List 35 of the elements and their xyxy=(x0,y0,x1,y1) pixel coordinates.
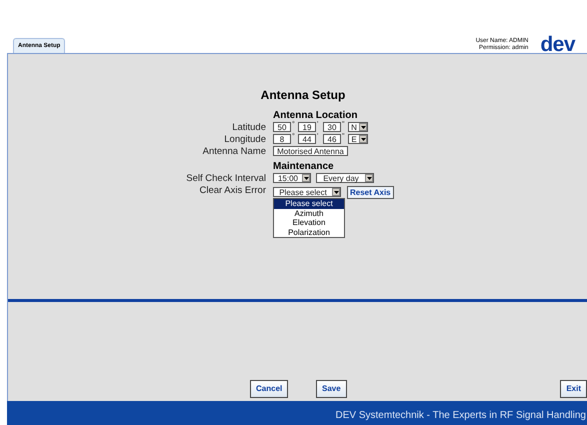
field-label: Longitude xyxy=(224,134,266,144)
reset-axis-button[interactable]: Reset Axis xyxy=(347,186,394,198)
action-button[interactable]: Exit xyxy=(560,380,587,398)
dropdown-arrow-icon xyxy=(332,188,340,196)
footer-bar: DEV Systemtechnik - The Experts in RF Signal Handling xyxy=(7,401,587,425)
hemisphere-select[interactable]: N xyxy=(348,122,368,132)
input-field[interactable]: 44 xyxy=(298,134,316,144)
hemisphere-select[interactable]: E xyxy=(348,134,368,144)
axis-select[interactable]: Please select xyxy=(273,187,341,197)
action-button[interactable]: Cancel xyxy=(250,380,288,398)
section-heading: Antenna Location xyxy=(273,110,358,121)
action-button[interactable]: Save xyxy=(316,380,347,398)
dropdown-option[interactable]: Please select xyxy=(274,199,344,208)
field-label: Latitude xyxy=(232,122,266,132)
input-field[interactable]: 19 xyxy=(298,122,316,132)
dropdown-arrow-icon xyxy=(359,135,367,143)
dropdown-arrow-icon xyxy=(365,174,373,182)
dropdown-option[interactable]: Elevation xyxy=(274,218,344,228)
dropdown-option[interactable]: Azimuth xyxy=(274,208,344,218)
logo: dev xyxy=(540,37,575,53)
time-select[interactable]: 15:00 xyxy=(273,173,311,183)
field-label: Antenna Name xyxy=(202,146,266,156)
dropdown-arrow-icon xyxy=(359,123,367,131)
input-field[interactable]: 30 xyxy=(323,122,341,132)
field-label: Clear Axis Error xyxy=(199,184,266,196)
input-field[interactable]: 50 xyxy=(273,122,291,132)
dropdown-arrow-icon xyxy=(302,174,310,182)
section-heading: Maintenance xyxy=(273,161,334,172)
page-title: Antenna Setup xyxy=(260,87,346,104)
input-field[interactable]: 46 xyxy=(323,134,341,144)
field-label: Self Check Interval xyxy=(186,172,266,184)
input-field[interactable]: Motorised Antenna xyxy=(273,146,348,156)
input-field[interactable]: 8 xyxy=(273,134,291,144)
interval-select[interactable]: Every day xyxy=(316,173,374,183)
dropdown-option[interactable]: Polarization xyxy=(274,228,344,237)
